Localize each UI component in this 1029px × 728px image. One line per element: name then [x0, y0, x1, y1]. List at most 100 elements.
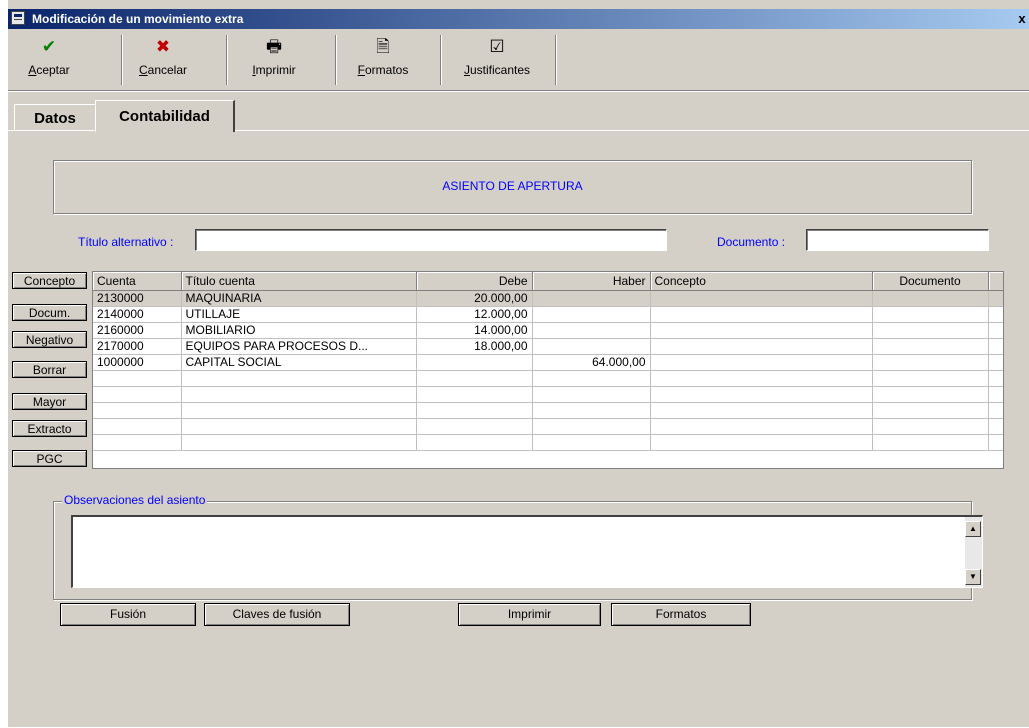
table-cell[interactable] — [988, 418, 1003, 435]
table-cell[interactable] — [988, 290, 1003, 307]
table-row[interactable]: 2140000 UTILLAJE 12.000,00 — [93, 306, 1003, 323]
table-cell[interactable] — [93, 402, 182, 419]
table-cell[interactable] — [872, 434, 989, 451]
table-cell[interactable] — [532, 306, 651, 323]
table-cell[interactable]: EQUIPOS PARA PROCESOS D... — [181, 338, 417, 355]
fusion-button[interactable]: Fusión — [60, 603, 196, 626]
documento-input[interactable] — [806, 229, 989, 251]
table-cell[interactable] — [181, 370, 417, 387]
table-cell[interactable] — [416, 402, 533, 419]
table-cell[interactable] — [988, 386, 1003, 403]
imprimir-bottom-button[interactable]: Imprimir — [458, 603, 601, 626]
table-cell[interactable] — [650, 354, 873, 371]
side-button-borrar[interactable]: Borrar — [12, 361, 87, 378]
side-button-negativo[interactable]: Negativo — [12, 331, 87, 348]
table-cell[interactable]: MAQUINARIA — [181, 290, 417, 307]
cancelar-button[interactable]: ✖ Cancelar — [126, 33, 200, 85]
close-icon[interactable]: x — [1014, 11, 1029, 27]
table-cell[interactable] — [93, 386, 182, 403]
table-cell[interactable] — [872, 322, 989, 339]
table-cell[interactable] — [93, 370, 182, 387]
table-cell[interactable] — [650, 322, 873, 339]
grid-header-cell[interactable]: Documento — [872, 272, 989, 291]
table-cell[interactable] — [988, 306, 1003, 323]
formatos-bottom-button[interactable]: Formatos — [611, 603, 751, 626]
table-cell[interactable] — [988, 370, 1003, 387]
side-button-extracto[interactable]: Extracto — [12, 420, 87, 437]
table-cell[interactable] — [532, 370, 651, 387]
tab-contabilidad[interactable]: Contabilidad — [95, 100, 235, 132]
asiento-grid[interactable]: Cuenta Título cuenta Debe Haber Concepto Docu… — [92, 271, 1004, 469]
scroll-down-icon[interactable]: ▼ — [965, 569, 981, 585]
table-row[interactable] — [93, 386, 1003, 403]
observaciones-scrollbar[interactable]: ▲ ▼ — [965, 517, 982, 587]
table-cell[interactable] — [416, 434, 533, 451]
grid-header-cell[interactable]: Debe — [416, 272, 533, 291]
table-cell[interactable]: 2160000 — [93, 322, 182, 339]
table-cell[interactable] — [93, 434, 182, 451]
grid-header-cell[interactable]: Título cuenta — [181, 272, 417, 291]
table-cell[interactable] — [181, 402, 417, 419]
table-cell[interactable] — [650, 370, 873, 387]
table-cell[interactable] — [872, 354, 989, 371]
table-cell[interactable]: 2140000 — [93, 306, 182, 323]
table-cell[interactable] — [872, 386, 989, 403]
table-cell[interactable] — [988, 402, 1003, 419]
claves-fusion-button[interactable]: Claves de fusión — [204, 603, 350, 626]
table-row[interactable]: 2170000 EQUIPOS PARA PROCESOS D... 18.000,… — [93, 338, 1003, 355]
side-button-pgc[interactable]: PGC — [12, 450, 87, 467]
table-cell[interactable]: 18.000,00 — [416, 338, 533, 355]
table-cell[interactable] — [93, 418, 182, 435]
table-cell[interactable] — [988, 354, 1003, 371]
table-cell[interactable] — [872, 290, 989, 307]
side-button-concepto[interactable]: Concepto — [12, 272, 87, 289]
table-cell[interactable]: 1000000 — [93, 354, 182, 371]
grid-header-cell[interactable]: Concepto — [650, 272, 873, 291]
observaciones-textarea[interactable]: ▲ ▼ — [71, 515, 983, 588]
table-row[interactable]: 2160000 MOBILIARIO 14.000,00 — [93, 322, 1003, 339]
table-cell[interactable] — [872, 418, 989, 435]
table-cell[interactable] — [650, 418, 873, 435]
table-cell[interactable] — [532, 402, 651, 419]
table-cell[interactable] — [650, 306, 873, 323]
grid-header-cell[interactable]: Haber — [532, 272, 651, 291]
table-cell[interactable]: 14.000,00 — [416, 322, 533, 339]
table-cell[interactable] — [872, 370, 989, 387]
table-cell[interactable]: CAPITAL SOCIAL — [181, 354, 417, 371]
side-button-docum[interactable]: Docum. — [12, 304, 87, 321]
table-cell[interactable] — [872, 338, 989, 355]
table-cell[interactable] — [872, 306, 989, 323]
table-cell[interactable] — [988, 322, 1003, 339]
table-cell[interactable] — [181, 434, 417, 451]
table-cell[interactable]: MOBILIARIO — [181, 322, 417, 339]
table-cell[interactable]: 2170000 — [93, 338, 182, 355]
table-row[interactable]: 1000000 CAPITAL SOCIAL 64.000,00 — [93, 354, 1003, 371]
imprimir-button[interactable]: 🖶 Imprimir — [231, 33, 317, 85]
side-button-mayor[interactable]: Mayor — [12, 393, 87, 410]
table-cell[interactable] — [416, 370, 533, 387]
table-cell[interactable] — [532, 434, 651, 451]
grid-header-cell[interactable]: Cuenta — [93, 272, 182, 291]
table-cell[interactable] — [872, 402, 989, 419]
table-row[interactable]: 2130000 MAQUINARIA 20.000,00 — [93, 290, 1003, 307]
table-cell[interactable]: UTILLAJE — [181, 306, 417, 323]
table-cell[interactable] — [532, 290, 651, 307]
tab-datos[interactable]: Datos — [14, 104, 95, 131]
table-cell[interactable]: 12.000,00 — [416, 306, 533, 323]
table-cell[interactable]: 2130000 — [93, 290, 182, 307]
table-cell[interactable] — [416, 418, 533, 435]
grid-header-cell[interactable] — [988, 272, 1003, 291]
table-cell[interactable] — [650, 386, 873, 403]
table-cell[interactable] — [988, 338, 1003, 355]
table-cell[interactable] — [532, 418, 651, 435]
table-cell[interactable]: 64.000,00 — [532, 354, 651, 371]
table-cell[interactable]: 20.000,00 — [416, 290, 533, 307]
table-cell[interactable] — [650, 290, 873, 307]
table-cell[interactable] — [416, 386, 533, 403]
table-row[interactable] — [93, 402, 1003, 419]
table-row[interactable] — [93, 434, 1003, 451]
table-cell[interactable] — [650, 434, 873, 451]
table-row[interactable] — [93, 418, 1003, 435]
titulo-alternativo-input[interactable] — [195, 229, 667, 251]
table-cell[interactable] — [181, 418, 417, 435]
